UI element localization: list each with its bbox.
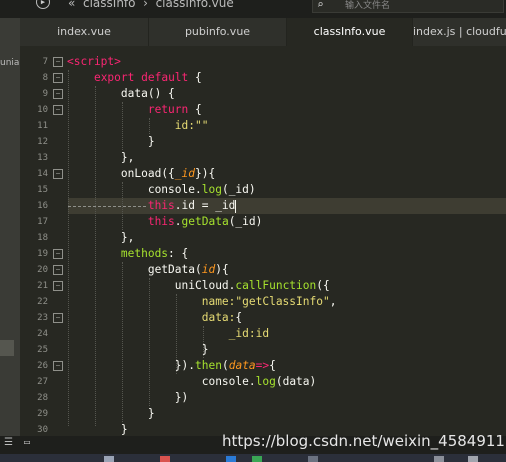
code-line[interactable]: 18 }, <box>20 230 506 246</box>
code-line[interactable]: 27 console.log(data) <box>20 374 506 390</box>
code-line[interactable]: 23− data:{ <box>20 310 506 326</box>
fold-toggle-icon[interactable]: − <box>53 73 63 83</box>
code-line[interactable]: 15 console.log(_id) <box>20 182 506 198</box>
search-icon: ⌕ <box>317 0 324 11</box>
code-line[interactable]: 7− <script> <box>20 54 506 70</box>
fold-toggle-icon[interactable]: − <box>53 361 63 371</box>
fold-toggle-icon[interactable]: − <box>53 281 63 291</box>
editor-tabs: index.vue pubinfo.vue classInfo.vue inde… <box>20 18 506 46</box>
tab-index-js-cloudfunction[interactable]: index.js | cloudfu <box>413 18 506 46</box>
taskbar-app-icon[interactable] <box>308 456 318 462</box>
code-line[interactable]: 22 name:"getClassInfo", <box>20 294 506 310</box>
tab-pubinfo-vue[interactable]: pubinfo.vue <box>149 18 287 46</box>
code-line[interactable]: 8− export default { <box>20 70 506 86</box>
code-line[interactable]: 21− uniCloud.callFunction({ <box>20 278 506 294</box>
taskbar-app-icon[interactable] <box>160 456 170 462</box>
sidebar-selected-item[interactable] <box>0 340 14 356</box>
taskbar-app-icon[interactable] <box>226 456 236 462</box>
taskbar-app-icon[interactable] <box>252 456 262 462</box>
code-line[interactable]: 26− }).then(data=>{ <box>20 358 506 374</box>
fold-toggle-icon[interactable]: − <box>53 89 63 99</box>
taskbar-app-icon[interactable] <box>434 456 444 462</box>
code-line[interactable]: 25 } <box>20 342 506 358</box>
search-placeholder: 输入文件名 <box>345 1 391 11</box>
project-sidebar: unia <box>0 18 20 436</box>
code-line[interactable]: 14− onLoad({_id}){ <box>20 166 506 182</box>
list-icon[interactable]: ☰ <box>4 437 13 448</box>
code-line[interactable]: 17 this.getData(_id) <box>20 214 506 230</box>
code-line[interactable]: 13 }, <box>20 150 506 166</box>
code-line[interactable]: 19− methods: { <box>20 246 506 262</box>
os-taskbar <box>0 454 506 462</box>
tab-index-vue[interactable]: index.vue <box>20 18 149 46</box>
taskbar-app-icon[interactable] <box>468 456 478 462</box>
fold-toggle-icon[interactable]: − <box>53 313 63 323</box>
fold-toggle-icon[interactable]: − <box>53 105 63 115</box>
breadcrumb: « classInfo › classInfo.vue <box>68 0 234 10</box>
code-line[interactable]: 10− return { <box>20 102 506 118</box>
tab-classinfo-vue[interactable]: classInfo.vue <box>287 18 413 46</box>
code-line[interactable]: 11 id:"" <box>20 118 506 134</box>
text-cursor <box>235 199 237 213</box>
code-line[interactable]: 28 }) <box>20 390 506 406</box>
breadcrumb-item-file[interactable]: classInfo.vue <box>156 0 234 10</box>
fold-toggle-icon[interactable]: − <box>53 265 63 275</box>
fold-toggle-icon[interactable]: − <box>53 249 63 259</box>
sidebar-label[interactable]: unia <box>0 58 19 68</box>
file-search-input[interactable]: ⌕ 输入文件名 <box>312 0 504 13</box>
title-bar: ▶ « classInfo › classInfo.vue ⌕ 输入文件名 <box>0 0 506 18</box>
code-line-current[interactable]: 16 this.id = _id <box>20 198 506 214</box>
code-line[interactable]: 29 } <box>20 406 506 422</box>
watermark-text: https://blog.csdn.net/weixin_45849112 <box>222 432 506 450</box>
fold-toggle-icon[interactable]: − <box>53 169 63 179</box>
code-line[interactable]: 20− getData(id){ <box>20 262 506 278</box>
breadcrumb-separator: « <box>68 0 76 10</box>
taskbar-app-icon[interactable] <box>104 456 114 462</box>
breadcrumb-item-folder[interactable]: classInfo <box>83 0 136 10</box>
fold-toggle-icon[interactable]: − <box>53 57 63 67</box>
code-line[interactable]: 9− data() { <box>20 86 506 102</box>
code-line[interactable]: 12 } <box>20 134 506 150</box>
toggle-icon[interactable]: ▭ <box>24 437 30 448</box>
code-line[interactable]: 24 _id:id <box>20 326 506 342</box>
play-icon[interactable]: ▶ <box>36 0 50 9</box>
chevron-right-icon: › <box>143 0 148 10</box>
